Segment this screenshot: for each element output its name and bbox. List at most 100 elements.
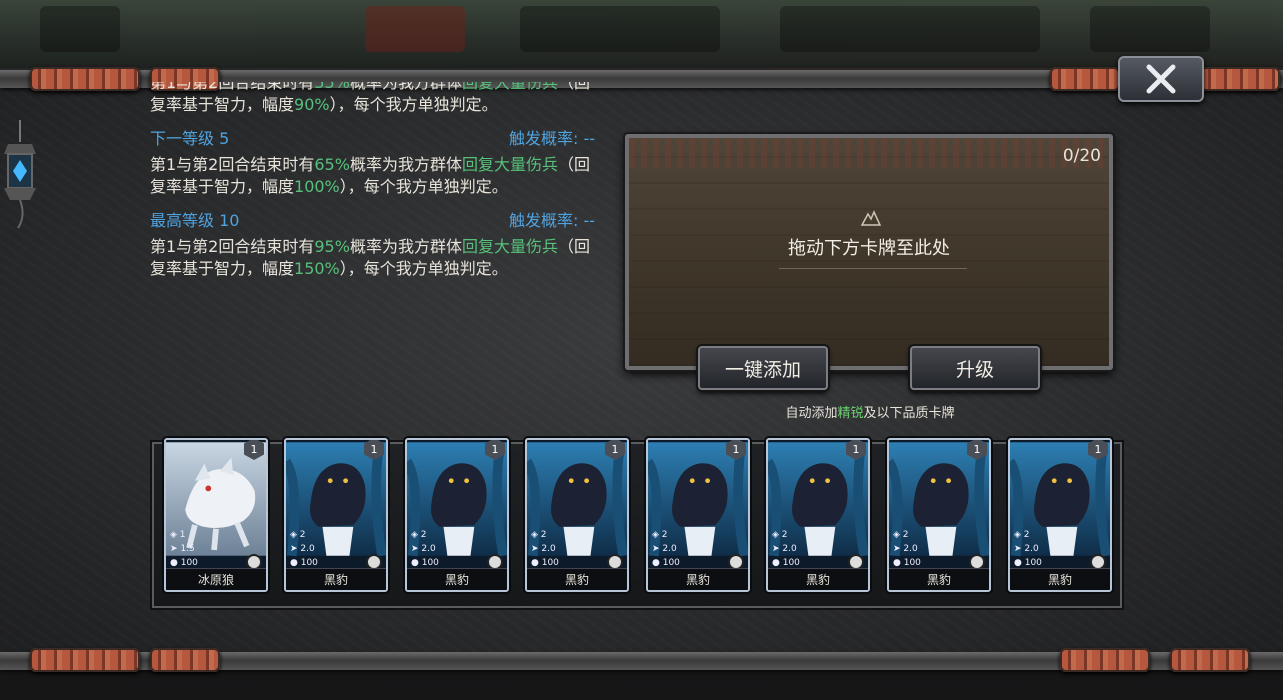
- card-attack: ◈ 2: [893, 530, 909, 540]
- card-attack: ◈ 2: [531, 530, 547, 540]
- card-speed: ➤ 2.0: [290, 544, 315, 554]
- unit-card[interactable]: 1 ◈ 2 ➤ 2.0 ● 100 黑豹: [646, 438, 750, 592]
- unit-card[interactable]: 1 ◈ 2 ➤ 2.0 ● 100 黑豹: [284, 438, 388, 592]
- card-drop-zone[interactable]: 0/20 拖动下方卡牌至此处: [625, 134, 1113, 370]
- highlight-text: 回复大量: [461, 155, 526, 174]
- card-attack: ◈ 2: [411, 530, 427, 540]
- max-level-description: 第1与第2回合结束时有95%概率为我方群体回复大量伤兵（回复率基于智力，幅度15…: [150, 236, 595, 280]
- unit-card[interactable]: 1 ◈ 2 ➤ 2.0 ● 100 黑豹: [887, 438, 991, 592]
- card-level: 1: [973, 442, 981, 456]
- description-text: 概率为我方群体: [349, 82, 462, 92]
- close-icon: [1146, 64, 1176, 94]
- highlight-text: 95%: [314, 237, 350, 256]
- description-text: ），每个我方单独判定。: [339, 259, 508, 278]
- card-attack: ◈ 2: [772, 530, 788, 540]
- current-level-description: 第1与第2回合结束时有55%概率为我方群体回复大量伤兵（回复率基于智力，幅度90…: [150, 82, 595, 116]
- card-attack: ◈ 2: [652, 530, 668, 540]
- card-level: 1: [852, 442, 860, 456]
- close-button[interactable]: [1118, 56, 1204, 102]
- next-level-label: 下一等级 5: [150, 129, 230, 148]
- game-screen: 第1与第2回合结束时有55%概率为我方群体回复大量伤兵（回复率基于智力，幅度90…: [0, 0, 1283, 700]
- next-level-description: 第1与第2回合结束时有65%概率为我方群体回复大量伤兵（回复率基于智力，幅度10…: [150, 154, 595, 198]
- card-name: 黑豹: [768, 568, 868, 590]
- description-text: 第1与第2回合结束时有: [150, 155, 315, 174]
- card-speed: ➤ 2.0: [411, 544, 436, 554]
- card-stats: ◈ 2 ➤ 2.0 ● 100: [411, 528, 439, 570]
- card-stats: ◈ 2 ➤ 2.0 ● 100: [893, 528, 921, 570]
- description-text: ），每个我方单独判定。: [329, 95, 498, 114]
- description-text: 概率为我方群体: [349, 237, 462, 256]
- card-stats: ◈ 1 ➤ 1.5 ● 100: [170, 528, 198, 570]
- next-trigger-rate: 触发概率: --: [508, 129, 595, 148]
- upgrade-label: 升级: [955, 358, 994, 381]
- highlight-text: 150%: [294, 259, 340, 278]
- bottom-right-wrap: [1060, 648, 1150, 672]
- auto-hint-quality: 精锐: [837, 406, 864, 421]
- top-right-wrap: [1050, 67, 1120, 91]
- card-name: 黑豹: [527, 568, 627, 590]
- drop-hint: 拖动下方卡牌至此处: [788, 238, 950, 259]
- auto-hint-prefix: 自动添加: [785, 406, 838, 421]
- card-speed: ➤ 2.0: [772, 544, 797, 554]
- card-level: 1: [491, 442, 499, 456]
- drop-zone-pattern: [629, 138, 1109, 168]
- card-speed: ➤ 2.0: [1014, 544, 1039, 554]
- card-speed: ➤ 1.5: [170, 544, 195, 554]
- bottom-right-wrap-2: [1170, 648, 1250, 672]
- highlight-text: 伤兵: [525, 237, 558, 256]
- highlight-text: 伤兵: [525, 82, 558, 92]
- card-name: 黑豹: [407, 568, 507, 590]
- unit-card[interactable]: 1 ◈ 2 ➤ 2.0 ● 100 黑豹: [405, 438, 509, 592]
- one-click-add-button[interactable]: 一键添加: [698, 346, 828, 390]
- drop-divider: [779, 268, 967, 269]
- max-level-label: 最高等级 10: [150, 211, 240, 230]
- card-count: 0/20: [1062, 146, 1101, 166]
- skill-description-panel: 第1与第2回合结束时有55%概率为我方群体回复大量伤兵（回复率基于智力，幅度90…: [150, 82, 595, 392]
- bottom-left-wrap: [30, 648, 140, 672]
- card-stats: ◈ 2 ➤ 2.0 ● 100: [531, 528, 559, 570]
- card-stats: ◈ 2 ➤ 2.0 ● 100: [1014, 528, 1042, 570]
- card-level: 1: [370, 442, 378, 456]
- card-level: 1: [611, 442, 619, 456]
- max-trigger-rate: 触发概率: --: [508, 211, 595, 230]
- top-right-wrap-2: [1200, 67, 1280, 91]
- highlight-text: 65%: [314, 155, 350, 174]
- card-name: 黑豹: [286, 568, 386, 590]
- card-attack: ◈ 2: [290, 530, 306, 540]
- highlight-text: 回复大量: [461, 82, 526, 92]
- mountain-icon: [861, 210, 881, 226]
- description-text: ），每个我方单独判定。: [339, 177, 508, 196]
- card-name: 黑豹: [889, 568, 989, 590]
- bottom-left-wrap-2: [150, 648, 220, 672]
- highlight-text: 回复大量: [461, 237, 526, 256]
- background-hud: [0, 0, 1283, 68]
- description-text: 概率为我方群体: [349, 155, 462, 174]
- auto-hint-suffix: 及以下品质卡牌: [863, 406, 955, 421]
- unit-card[interactable]: 1 ◈ 2 ➤ 2.0 ● 100 黑豹: [1008, 438, 1112, 592]
- auto-add-hint: 自动添加精锐及以下品质卡牌: [660, 402, 1080, 421]
- card-speed: ➤ 2.0: [893, 544, 918, 554]
- one-click-add-label: 一键添加: [724, 358, 801, 381]
- highlight-text: 100%: [294, 177, 340, 196]
- top-left-wrap: [30, 67, 140, 91]
- highlight-text: 伤兵: [525, 155, 558, 174]
- card-name: 冰原狼: [166, 568, 266, 590]
- card-level: 1: [732, 442, 740, 456]
- max-level-header: 最高等级 10 触发概率: --: [150, 210, 595, 232]
- card-stats: ◈ 2 ➤ 2.0 ● 100: [652, 528, 680, 570]
- card-attack: ◈ 1: [170, 530, 186, 540]
- card-name: 黑豹: [1010, 568, 1110, 590]
- unit-card[interactable]: 1 ◈ 2 ➤ 2.0 ● 100 黑豹: [766, 438, 870, 592]
- description-text: 第1与第2回合结束时有: [150, 237, 315, 256]
- card-name: 黑豹: [648, 568, 748, 590]
- unit-card[interactable]: 1 ◈ 1 ➤ 1.5 ● 100 冰原狼: [164, 438, 268, 592]
- card-stats: ◈ 2 ➤ 2.0 ● 100: [772, 528, 800, 570]
- card-level: 1: [1094, 442, 1102, 456]
- description-text: 第1与第2回合结束时有: [150, 82, 315, 92]
- unit-card[interactable]: 1 ◈ 2 ➤ 2.0 ● 100 黑豹: [525, 438, 629, 592]
- card-level: 1: [250, 442, 258, 456]
- upgrade-button[interactable]: 升级: [910, 346, 1040, 390]
- card-speed: ➤ 2.0: [652, 544, 677, 554]
- card-speed: ➤ 2.0: [531, 544, 556, 554]
- highlight-text: 90%: [294, 95, 330, 114]
